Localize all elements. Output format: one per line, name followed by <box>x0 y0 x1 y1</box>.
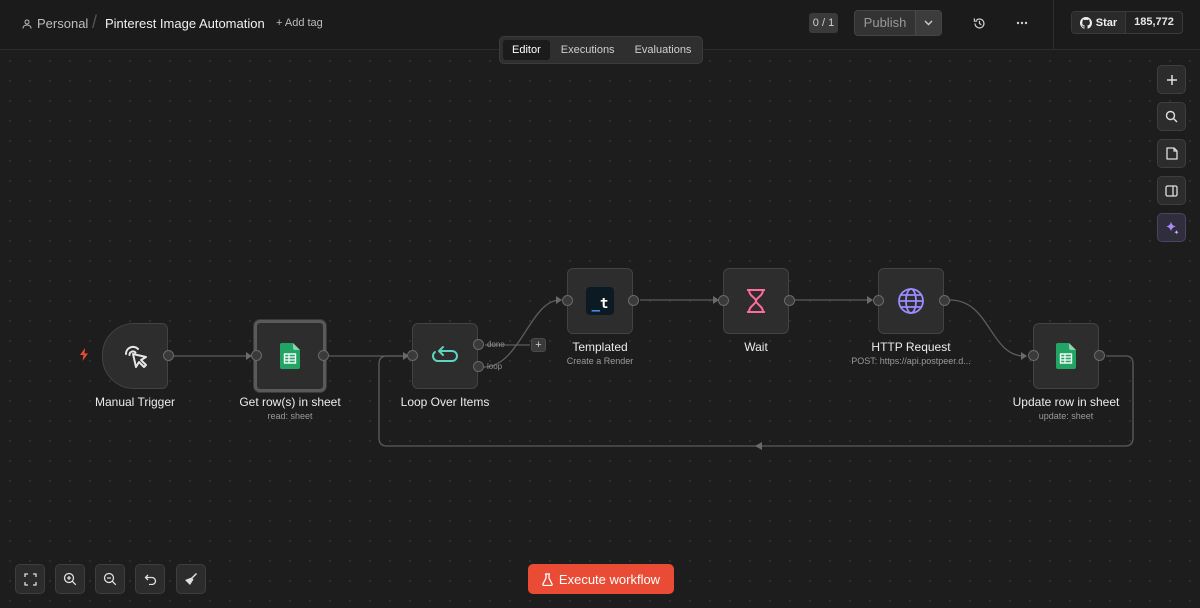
node-label-http: HTTP Request <box>871 340 951 354</box>
port-update-out[interactable] <box>1094 350 1105 361</box>
port-trigger-out[interactable] <box>163 350 174 361</box>
port-update-in[interactable] <box>1028 350 1039 361</box>
node-label-manual-trigger: Manual Trigger <box>94 395 176 409</box>
execute-workflow-label: Execute workflow <box>558 571 661 587</box>
zoom-in-button[interactable] <box>55 564 85 594</box>
templated-icon: _t <box>586 287 614 315</box>
loop-icon <box>432 346 458 362</box>
port-http-out[interactable] <box>939 295 950 306</box>
fit-view-icon <box>23 572 37 586</box>
zoom-out-button[interactable] <box>95 564 125 594</box>
add-sticky-note-button[interactable] <box>1157 139 1186 168</box>
port-label-loop: loop <box>487 362 503 371</box>
n8n-app: Personal / Pinterest Image Automation + … <box>0 0 1200 608</box>
broom-icon <box>185 572 198 585</box>
node-http-request[interactable] <box>878 268 944 334</box>
node-update-row[interactable] <box>1033 323 1099 389</box>
reset-zoom-button[interactable] <box>135 564 165 594</box>
port-templated-out[interactable] <box>628 295 639 306</box>
globe-icon <box>898 288 924 314</box>
port-label-done: done <box>487 340 505 349</box>
port-templated-in[interactable] <box>562 295 573 306</box>
google-sheets-icon <box>280 343 300 369</box>
port-loop-in[interactable] <box>407 350 418 361</box>
tidy-up-button[interactable] <box>176 564 206 594</box>
node-templated[interactable]: _t <box>567 268 633 334</box>
port-http-in[interactable] <box>873 295 884 306</box>
node-label-loop: Loop Over Items <box>400 395 490 409</box>
plus-icon <box>1166 74 1177 85</box>
hourglass-icon <box>747 289 765 313</box>
sparkle-icon <box>1165 221 1179 234</box>
cursor-click-icon <box>124 345 147 368</box>
port-getrows-out[interactable] <box>318 350 329 361</box>
search-nodes-button[interactable] <box>1157 102 1186 131</box>
node-subtitle-templated: Create a Render <box>566 356 634 366</box>
view-tabs: Editor Executions Evaluations <box>499 36 703 64</box>
add-node-after-done-button[interactable]: + <box>531 338 546 352</box>
node-label-update-row: Update row in sheet <box>1012 395 1120 409</box>
tab-executions[interactable]: Executions <box>552 40 624 60</box>
toggle-panel-button[interactable] <box>1157 176 1186 205</box>
node-manual-trigger[interactable] <box>102 323 168 389</box>
add-node-button[interactable] <box>1157 65 1186 94</box>
node-get-rows[interactable] <box>254 320 326 392</box>
undo-icon <box>144 574 156 585</box>
node-subtitle-get-rows: read: sheet <box>267 411 313 421</box>
node-subtitle-update-row: update: sheet <box>1038 411 1094 421</box>
search-icon <box>1165 110 1178 123</box>
lightning-icon <box>80 348 88 361</box>
arrowhead-loop-back <box>755 442 762 450</box>
zoom-in-icon <box>63 572 77 586</box>
arrowhead-update <box>1021 352 1027 360</box>
ai-assistant-button[interactable] <box>1157 213 1186 242</box>
fit-view-button[interactable] <box>15 564 45 594</box>
flask-icon <box>542 572 553 586</box>
port-wait-out[interactable] <box>784 295 795 306</box>
zoom-out-icon <box>103 572 117 586</box>
node-label-wait: Wait <box>744 340 768 354</box>
port-wait-in[interactable] <box>718 295 729 306</box>
node-subtitle-http: POST: https://api.postpeer.d... <box>851 356 971 366</box>
tab-evaluations[interactable]: Evaluations <box>626 40 701 60</box>
side-panel-icon <box>1165 184 1178 197</box>
port-getrows-in[interactable] <box>251 350 262 361</box>
tab-editor[interactable]: Editor <box>503 40 550 60</box>
sticky-note-icon <box>1165 147 1178 160</box>
node-wait[interactable] <box>723 268 789 334</box>
port-loop-done-out[interactable] <box>473 339 484 350</box>
node-label-get-rows: Get row(s) in sheet <box>239 395 341 409</box>
google-sheets-icon <box>1056 343 1076 369</box>
port-loop-loop-out[interactable] <box>473 361 484 372</box>
execute-workflow-button[interactable]: Execute workflow <box>528 564 674 594</box>
node-loop-over-items[interactable] <box>412 323 478 389</box>
